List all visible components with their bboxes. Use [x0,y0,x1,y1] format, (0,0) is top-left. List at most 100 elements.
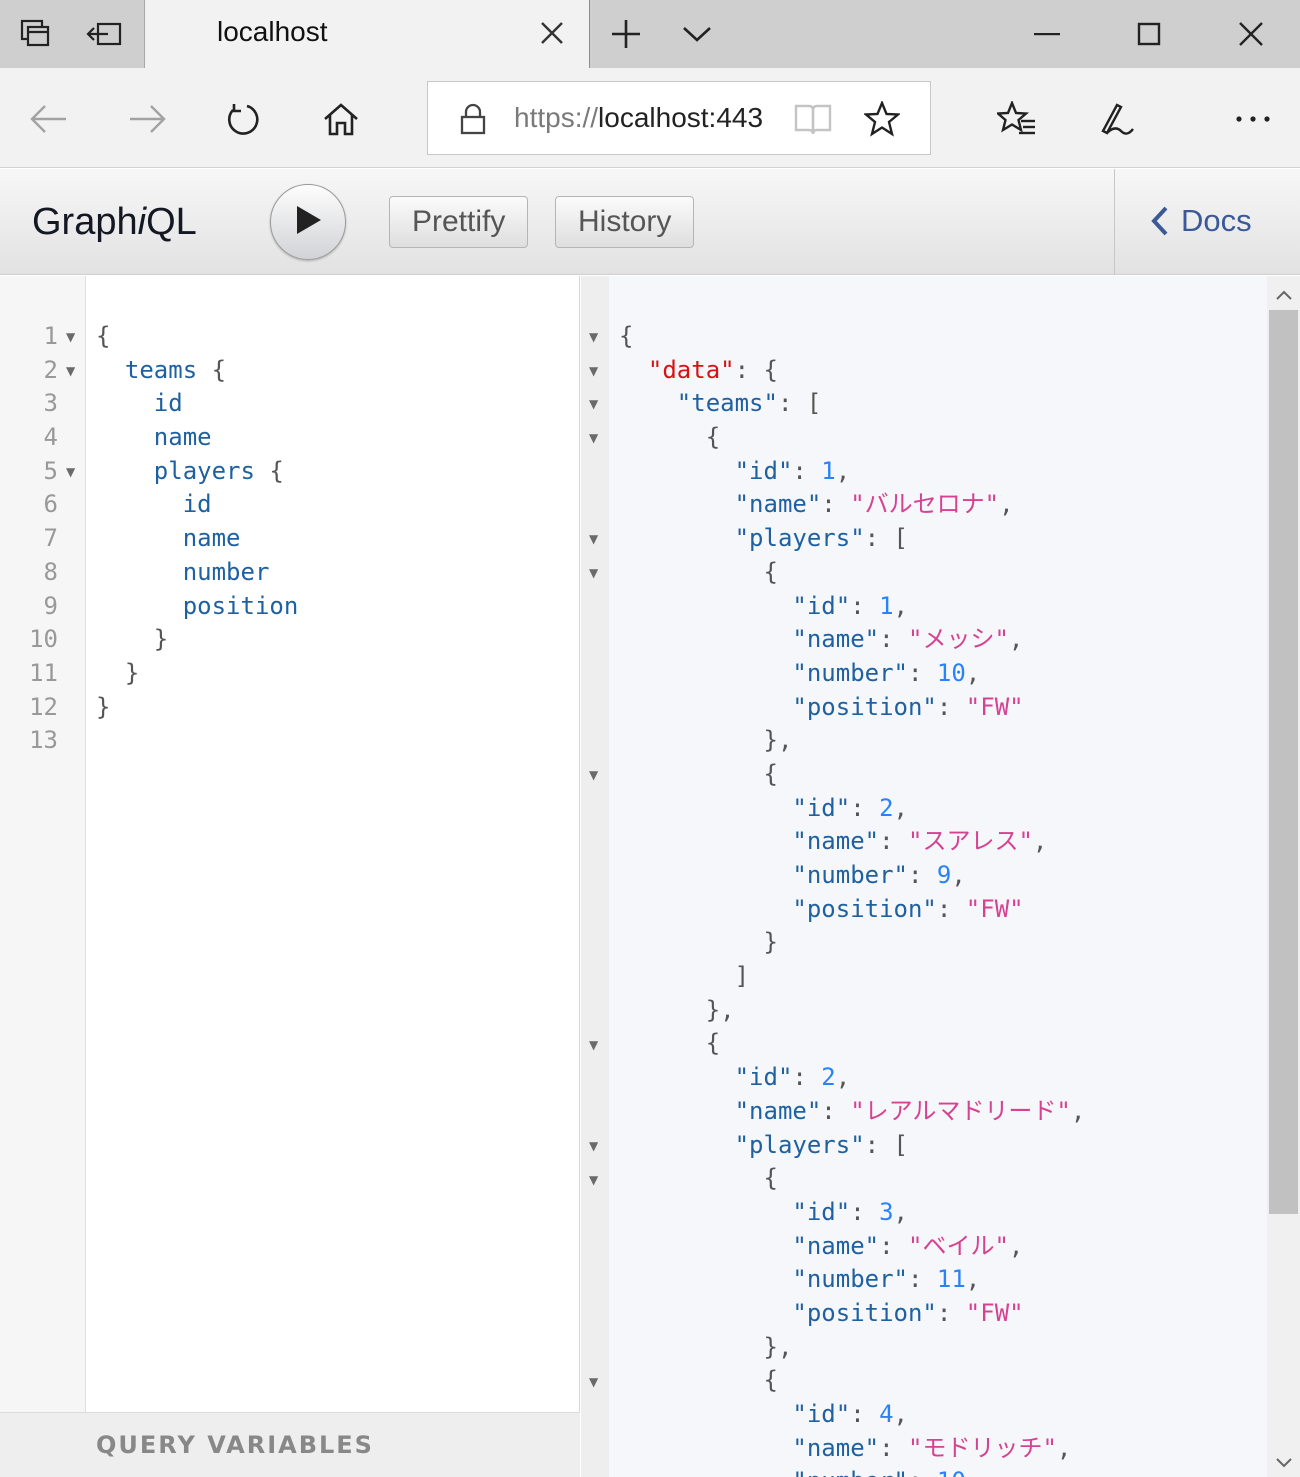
result-viewer[interactable]: ▼ ▼ ▼ ▼ ▼ ▼ ▼ ▼ ▼ ▼ ▼ { "data": { "teams": [ { "id… [581,276,1300,1477]
scroll-thumb[interactable] [1269,310,1298,1214]
result-token: : [879,1231,908,1260]
result-token [619,1198,792,1226]
result-token: , [893,1197,908,1226]
tab-list-chevron-icon[interactable] [677,14,717,54]
result-token: : [850,1197,880,1226]
result-line: { [619,320,1085,354]
result-line: "id": 4, [619,1398,1085,1432]
result-token: , [1032,827,1048,856]
refresh-icon[interactable] [220,96,266,142]
result-line: { [619,421,1085,455]
result-token: "number" [792,658,908,687]
result-line: { [619,1027,1085,1061]
minimize-icon[interactable] [1022,10,1072,58]
address-bar[interactable]: https://localhost:443 [427,81,931,155]
result-token: 4 [879,1400,894,1428]
query-line: id [96,387,298,421]
line-number: 3 [43,389,58,418]
query-editor[interactable]: 1 2 3 4 5 6 7 8 9 10 11 12 13 ▼ ▼ ▼ { teams { id name … [0,276,580,1477]
result-token: : [936,692,966,721]
fold-marker-icon[interactable]: ▼ [589,431,598,445]
fold-marker-icon[interactable]: ▼ [589,768,598,782]
active-tab[interactable]: localhost [144,0,590,68]
set-aside-tabs-icon[interactable] [85,14,125,54]
result-token: , [965,1265,981,1294]
query-variables-bar[interactable]: QUERY VARIABLES [0,1412,580,1477]
result-token: }, [619,995,735,1024]
forward-icon[interactable] [124,96,170,142]
fold-marker-icon[interactable]: ▼ [589,566,598,580]
result-line: "teams": [ [619,387,1085,421]
maximize-icon[interactable] [1124,10,1174,58]
query-token: id [182,490,212,519]
fold-marker-icon[interactable]: ▼ [589,1038,598,1052]
favorites-hub-icon[interactable] [994,96,1040,142]
result-token: { [619,1164,778,1193]
home-icon[interactable] [318,96,364,142]
scroll-down-icon[interactable] [1275,1454,1293,1473]
more-icon[interactable] [1230,96,1276,142]
result-token: "position" [792,692,937,721]
fold-marker-icon[interactable]: ▼ [589,364,598,378]
result-token: , [965,658,981,687]
scroll-up-icon[interactable] [1275,286,1293,305]
result-token: : [907,861,937,889]
tab-actions-icon[interactable] [15,14,55,54]
result-token [619,457,735,485]
result-token: "id" [734,456,793,485]
result-token: "モドリッチ" [908,1433,1057,1462]
browser-nav-bar: https://localhost:443 [0,68,1300,168]
result-token [619,659,792,687]
query-code[interactable]: { teams { id name players { id name numb… [96,320,298,758]
history-button[interactable]: History [555,196,695,248]
fold-marker-icon[interactable]: ▼ [589,397,598,411]
docs-button[interactable]: Docs [1151,203,1252,239]
prettify-button[interactable]: Prettify [389,196,529,248]
result-token: 9 [936,861,952,889]
result-token: : [907,1265,937,1294]
result-token [619,1467,792,1477]
url-host: localhost:443 [598,102,764,133]
back-icon[interactable] [26,96,72,142]
fold-marker-icon[interactable]: ▼ [589,532,598,546]
result-token [619,861,792,889]
query-line: } [96,691,298,725]
result-token: "name" [792,1231,880,1260]
browser-tab-strip: localhost [0,0,1300,68]
result-token: "name" [734,490,822,519]
result-token [619,794,792,822]
close-icon[interactable] [537,18,567,48]
favorite-star-icon[interactable] [862,99,902,141]
result-line: "data": { [619,354,1085,388]
result-token: "FW" [965,1298,1024,1327]
window-close-icon[interactable] [1226,10,1276,58]
result-token: "players" [734,524,865,553]
fold-marker-icon[interactable]: ▼ [66,364,75,378]
fold-marker-icon[interactable]: ▼ [589,1173,598,1187]
query-token [96,592,183,620]
result-token: , [893,1400,908,1428]
reading-view-icon[interactable] [794,102,832,140]
fold-marker-icon[interactable]: ▼ [589,1375,598,1389]
result-line: }, [619,724,1085,758]
query-token [96,457,154,485]
web-note-icon[interactable] [1092,96,1138,142]
query-line: } [96,657,298,691]
result-line: "position": "FW" [619,691,1085,725]
query-token: id [153,389,183,418]
result-token: "data" [647,355,735,384]
run-query-button[interactable] [270,184,346,260]
result-gutter: ▼ ▼ ▼ ▼ ▼ ▼ ▼ ▼ ▼ ▼ ▼ [581,276,609,1477]
new-tab-icon[interactable] [606,14,646,54]
result-token: : [850,793,880,822]
fold-marker-icon[interactable]: ▼ [589,330,598,344]
result-line: ] [619,960,1085,994]
line-number: 11 [29,658,58,687]
result-token: { [619,557,778,586]
fold-marker-icon[interactable]: ▼ [66,465,75,479]
result-token: { [619,1366,778,1395]
fold-marker-icon[interactable]: ▼ [589,1139,598,1153]
result-scrollbar[interactable] [1267,276,1300,1477]
line-number: 6 [43,490,58,519]
fold-marker-icon[interactable]: ▼ [66,330,75,344]
